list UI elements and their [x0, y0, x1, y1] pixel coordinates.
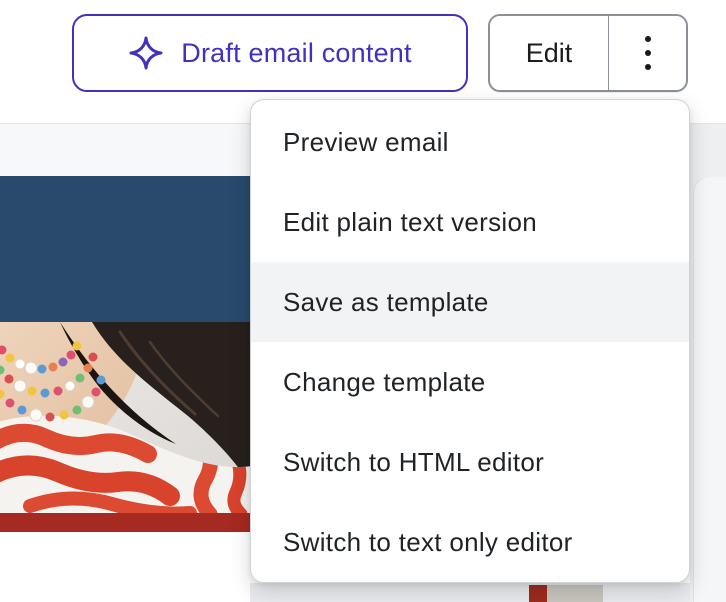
- menu-item-preview-email[interactable]: Preview email: [251, 102, 689, 182]
- menu-item-switch-to-text-only-editor[interactable]: Switch to text only editor: [251, 502, 689, 582]
- edit-button[interactable]: Edit: [490, 16, 608, 90]
- actions-dropdown-menu: Preview email Edit plain text version Sa…: [250, 99, 690, 583]
- kebab-menu-icon: [645, 36, 651, 70]
- edit-split-button: Edit: [488, 14, 688, 92]
- draft-button-label: Draft email content: [181, 38, 411, 69]
- below-menu-background: [250, 583, 690, 602]
- sidebar-card-edge: [694, 177, 726, 602]
- more-actions-button[interactable]: [609, 16, 686, 90]
- email-hero-photo: [0, 322, 250, 513]
- email-red-accent-block: [529, 585, 547, 602]
- email-beige-block: [547, 585, 603, 602]
- menu-item-edit-plain-text-version[interactable]: Edit plain text version: [251, 182, 689, 262]
- menu-item-change-template[interactable]: Change template: [251, 342, 689, 422]
- sparkle-icon: [128, 35, 164, 71]
- draft-email-content-button[interactable]: Draft email content: [72, 14, 468, 92]
- menu-item-save-as-template[interactable]: Save as template: [251, 262, 689, 342]
- email-editor-screen: ABOUT NE: [0, 0, 726, 602]
- menu-item-switch-to-html-editor[interactable]: Switch to HTML editor: [251, 422, 689, 502]
